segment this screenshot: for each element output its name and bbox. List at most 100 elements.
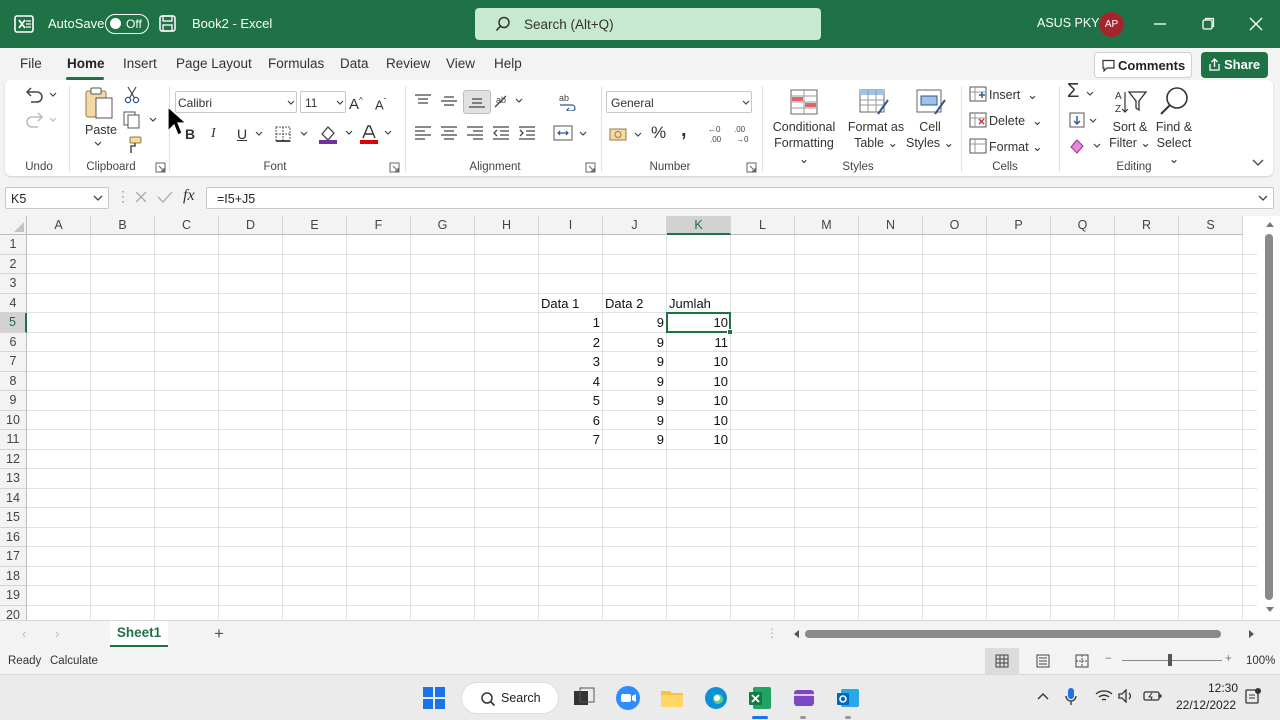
copy-icon[interactable] (123, 111, 159, 129)
horizontal-scroll-thumb[interactable] (805, 630, 1221, 638)
insert-function-icon[interactable]: fx (183, 187, 195, 205)
header-cell-data-2[interactable]: Data 2 (605, 294, 666, 313)
comments-button[interactable]: Comments (1094, 52, 1192, 78)
zoom-level[interactable]: 100% (1246, 655, 1275, 667)
tab-data[interactable]: Data (340, 56, 369, 71)
format-cells-button[interactable]: Format ⌄ (989, 139, 1043, 155)
clear-icon[interactable] (1068, 137, 1104, 155)
row-header-5[interactable]: 5 (0, 313, 27, 333)
cell-jumlah[interactable]: 10 (669, 352, 730, 371)
row-header-4[interactable]: 4 (0, 293, 27, 313)
comma-style-icon[interactable]: , (681, 120, 687, 140)
font-size-dropdown[interactable]: 11 (300, 91, 346, 113)
minimize-icon[interactable] (1148, 12, 1172, 36)
excel-app-icon[interactable] (747, 685, 773, 711)
row-header-14[interactable]: 14 (0, 488, 27, 508)
cell-jumlah[interactable]: 10 (669, 411, 730, 430)
align-center-icon[interactable] (440, 126, 458, 140)
align-middle-icon[interactable] (440, 94, 458, 108)
page-layout-view-icon[interactable] (1036, 654, 1050, 668)
cell-data-2[interactable]: 9 (605, 352, 666, 371)
wrap-text-icon[interactable]: ab (558, 93, 578, 111)
column-header-h[interactable]: H (475, 216, 539, 235)
fill-color-icon[interactable] (318, 124, 356, 144)
zoom-in-button[interactable]: + (1225, 653, 1232, 665)
column-header-k[interactable]: K (667, 216, 731, 235)
row-header-6[interactable]: 6 (0, 332, 27, 352)
cell-data-1[interactable]: 7 (541, 430, 602, 449)
align-left-icon[interactable] (414, 126, 432, 140)
header-cell-jumlah[interactable]: Jumlah (669, 294, 730, 313)
save-icon[interactable] (159, 15, 176, 32)
clock-time[interactable]: 12:30 (1208, 681, 1238, 695)
cell-data-2[interactable]: 9 (605, 372, 666, 391)
column-header-c[interactable]: C (155, 216, 219, 235)
task-view-icon[interactable] (571, 685, 597, 711)
find-select-button[interactable]: Find & Select ⌄ (1151, 119, 1197, 167)
font-color-icon[interactable] (359, 124, 397, 144)
cell-jumlah[interactable]: 10 (669, 372, 730, 391)
outlook-icon[interactable] (835, 685, 861, 711)
chevron-down-icon[interactable] (254, 130, 264, 138)
clipchamp-icon[interactable] (791, 685, 817, 711)
row-header-18[interactable]: 18 (0, 566, 27, 586)
tab-help[interactable]: Help (494, 56, 522, 71)
row-header-20[interactable]: 20 (0, 605, 27, 620)
system-tray-chevron-icon[interactable] (1036, 691, 1050, 701)
cell-jumlah[interactable]: 10 (669, 391, 730, 410)
volume-icon[interactable] (1118, 689, 1134, 703)
column-header-s[interactable]: S (1179, 216, 1243, 235)
cell-jumlah[interactable]: 10 (669, 430, 730, 449)
column-header-p[interactable]: P (987, 216, 1051, 235)
cell-data-2[interactable]: 9 (605, 430, 666, 449)
column-header-b[interactable]: B (91, 216, 155, 235)
row-header-17[interactable]: 17 (0, 547, 27, 567)
page-break-preview-icon[interactable] (1075, 654, 1089, 668)
align-top-icon[interactable] (414, 94, 432, 108)
cell-styles-icon[interactable] (915, 88, 947, 116)
align-right-icon[interactable] (466, 126, 484, 140)
dialog-launcher-icon[interactable] (389, 162, 400, 173)
underline-button[interactable]: U (237, 126, 247, 142)
tab-page-layout[interactable]: Page Layout (176, 56, 252, 71)
name-box[interactable]: K5 (5, 187, 109, 209)
increase-font-size-icon[interactable]: A^ (349, 93, 363, 113)
row-header-3[interactable]: 3 (0, 274, 27, 294)
row-header-16[interactable]: 16 (0, 527, 27, 547)
number-format-dropdown[interactable]: General (606, 91, 752, 113)
column-header-q[interactable]: Q (1051, 216, 1115, 235)
increase-decimal-icon[interactable]: ←0.00 (706, 124, 728, 144)
merge-center-icon[interactable] (553, 125, 593, 143)
column-header-j[interactable]: J (603, 216, 667, 235)
edge-browser-icon[interactable] (703, 685, 729, 711)
cell-data-1[interactable]: 2 (541, 333, 602, 352)
restore-icon[interactable] (1196, 12, 1220, 36)
zoom-slider-thumb[interactable] (1168, 654, 1172, 666)
vertical-scroll-thumb[interactable] (1265, 234, 1273, 600)
battery-icon[interactable] (1143, 689, 1163, 703)
avatar[interactable]: AP (1099, 12, 1124, 37)
decrease-font-size-icon[interactable]: Aˇ (375, 94, 386, 113)
row-header-13[interactable]: 13 (0, 469, 27, 489)
zoom-out-button[interactable]: − (1105, 653, 1112, 665)
row-header-12[interactable]: 12 (0, 449, 27, 469)
sheet-tab-sheet1[interactable]: Sheet1 (110, 621, 168, 647)
format-as-table-icon[interactable] (858, 88, 890, 116)
sort-filter-icon[interactable]: AZ (1114, 88, 1148, 118)
format-painter-icon[interactable] (123, 136, 143, 154)
row-header-8[interactable]: 8 (0, 371, 27, 391)
row-header-11[interactable]: 11 (0, 430, 27, 450)
paste-label[interactable]: Paste (81, 122, 121, 138)
notifications-icon[interactable] (1244, 687, 1262, 705)
column-header-r[interactable]: R (1115, 216, 1179, 235)
fill-handle[interactable] (727, 329, 733, 335)
decrease-indent-icon[interactable] (492, 126, 510, 140)
cell-data-1[interactable]: 6 (541, 411, 602, 430)
percent-style-icon[interactable]: % (651, 124, 666, 141)
tab-insert[interactable]: Insert (123, 56, 157, 71)
next-sheet-icon[interactable]: › (55, 626, 59, 641)
cut-icon[interactable] (124, 86, 140, 104)
increase-indent-icon[interactable] (518, 126, 536, 140)
chevron-down-icon[interactable] (1085, 90, 1095, 98)
zoom-app-icon[interactable] (615, 685, 641, 711)
